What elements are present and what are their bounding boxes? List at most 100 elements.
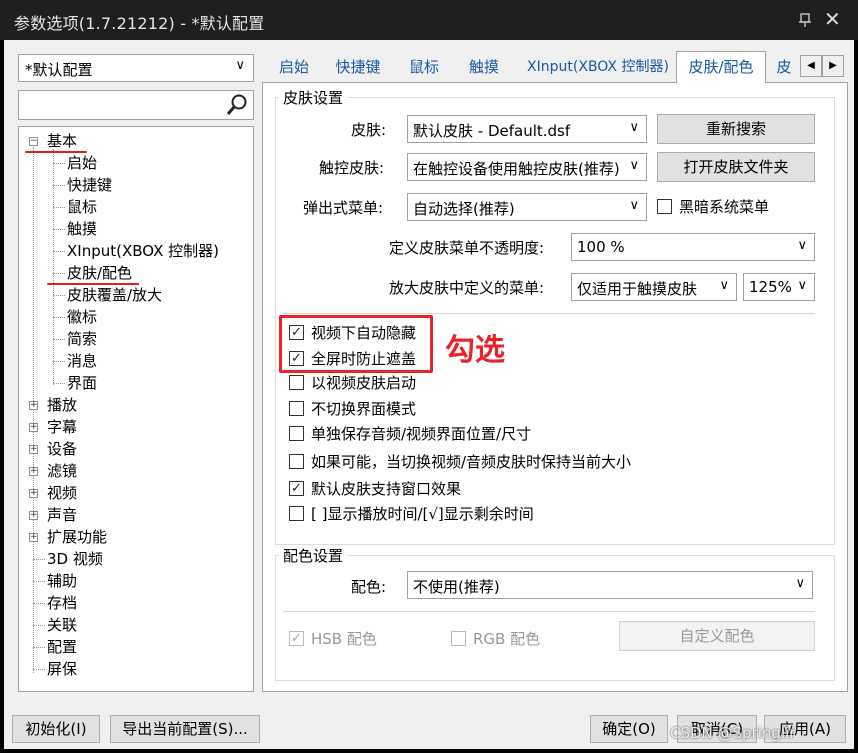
ok-button[interactable]: 确定(O) — [590, 715, 668, 743]
tree-item-archive[interactable]: 存档 — [47, 592, 77, 614]
tree-item-basic[interactable]: 基本 — [47, 130, 77, 152]
tab-hotkeys[interactable]: 快捷键 — [328, 55, 388, 81]
tree-item-audio[interactable]: 声音 — [47, 504, 77, 526]
tree-item-devices[interactable]: 设备 — [47, 438, 77, 460]
tree-item-mouse[interactable]: 鼠标 — [67, 196, 97, 218]
tree-item-messages[interactable]: 消息 — [67, 350, 97, 372]
opacity-label: 定义皮肤菜单不透明度: — [389, 239, 545, 257]
search-icon[interactable] — [225, 93, 249, 117]
tree-item-interface[interactable]: 界面 — [67, 372, 97, 394]
annotation-text: 勾选 — [445, 333, 505, 368]
no-switch-ui-mode-checkbox[interactable]: 不切换界面模式 — [289, 399, 416, 419]
open-skin-folder-button[interactable]: 打开皮肤文件夹 — [657, 152, 815, 182]
profile-dropdown[interactable]: *默认配置 ∨ — [18, 54, 254, 82]
tree-line — [33, 669, 45, 670]
tree-line — [53, 207, 65, 208]
search-input[interactable] — [23, 95, 219, 115]
chevron-down-icon: ∨ — [792, 576, 805, 591]
tree-item-association[interactable]: 关联 — [47, 614, 77, 636]
tree-item-filters[interactable]: 滤镜 — [47, 460, 77, 482]
tree-item-assist[interactable]: 辅助 — [47, 570, 77, 592]
tree-item-subtitles[interactable]: 字幕 — [47, 416, 77, 438]
tree-item-start[interactable]: 启始 — [67, 152, 97, 174]
checkbox-box — [289, 401, 304, 416]
custom-color-button[interactable]: 自定义配色 — [619, 621, 815, 651]
tree-line — [53, 229, 65, 230]
tab-skin-color[interactable]: 皮肤/配色 — [676, 51, 766, 83]
tree-item-touch[interactable]: 触摸 — [67, 218, 97, 240]
hsb-color-checkbox[interactable]: HSB 配色 — [289, 629, 377, 649]
skin-label: 皮肤: — [351, 121, 387, 139]
skin-color-page: 皮肤设置 皮肤: 默认皮肤 - Default.dsf ∨ 重新搜索 触控皮肤:… — [262, 82, 848, 692]
checkbox-box — [289, 506, 304, 521]
tree-item-config[interactable]: 配置 — [47, 636, 77, 658]
tree-item-logo[interactable]: 徽标 — [67, 306, 97, 328]
export-config-button[interactable]: 导出当前配置(S)... — [110, 715, 260, 743]
tree-item-playback[interactable]: 播放 — [47, 394, 77, 416]
rgb-color-checkbox[interactable]: RGB 配色 — [451, 629, 540, 649]
popup-menu-dropdown[interactable]: 自动选择(推荐) ∨ — [407, 193, 647, 221]
dark-system-menu-checkbox[interactable]: 黑暗系统菜单 — [657, 197, 769, 217]
expand-icon[interactable]: + — [29, 533, 38, 542]
tab-touch[interactable]: 触摸 — [454, 55, 514, 81]
touch-skin-value: 在触控设备使用触控皮肤(推荐) — [413, 160, 620, 178]
expand-icon[interactable]: + — [29, 445, 38, 454]
tab-start[interactable]: 启始 — [266, 55, 322, 81]
checkbox-box — [451, 631, 466, 646]
tree-item-skin-color[interactable]: 皮肤/配色 — [67, 262, 132, 284]
checkbox-box — [657, 199, 672, 214]
tree-item-extensions[interactable]: 扩展功能 — [47, 526, 107, 548]
tree-item-hotkeys[interactable]: 快捷键 — [67, 174, 112, 196]
keep-size-on-switch-checkbox[interactable]: 如果可能，当切换视频/音频皮肤时保持当前大小 — [289, 452, 631, 472]
popup-menu-label: 弹出式菜单: — [303, 199, 384, 217]
expand-icon[interactable]: + — [29, 511, 38, 520]
tree-item-3d-video[interactable]: 3D 视频 — [47, 548, 103, 570]
separate-save-position-checkbox[interactable]: 单独保存音频/视频界面位置/尺寸 — [289, 424, 531, 444]
zoom-menu-dropdown[interactable]: 仅适用于触摸皮肤 ∨ — [571, 273, 737, 301]
tree-item-screensaver[interactable]: 屏保 — [47, 658, 77, 680]
pin-icon[interactable] — [796, 11, 814, 29]
zoom-percent-dropdown[interactable]: 125% ∨ — [743, 273, 815, 301]
rescan-button[interactable]: 重新搜索 — [657, 114, 815, 144]
tree-item-index[interactable]: 简索 — [67, 328, 97, 350]
rgb-label: RGB 配色 — [473, 630, 541, 648]
chevron-down-icon: ∨ — [626, 158, 639, 173]
checkbox-box — [289, 426, 304, 441]
expand-icon[interactable]: + — [29, 401, 38, 410]
tab-mouse[interactable]: 鼠标 — [394, 55, 454, 81]
default-skin-window-effect-checkbox[interactable]: 默认皮肤支持窗口效果 — [289, 479, 461, 499]
settings-tree[interactable]: − 基本 启始 快捷键 鼠标 触摸 XInput(XBOX 控制器) 皮肤/配色… — [18, 126, 254, 692]
color-dropdown[interactable]: 不使用(推荐) ∨ — [407, 571, 813, 599]
tree-line — [53, 185, 65, 186]
chevron-down-icon: ∨ — [794, 238, 807, 253]
expand-icon[interactable]: + — [29, 467, 38, 476]
tree-line — [33, 603, 45, 604]
expand-icon[interactable]: + — [29, 489, 38, 498]
skin-settings-title: 皮肤设置 — [279, 87, 348, 108]
tab-strip: 启始 快捷键 鼠标 触摸 XInput(XBOX 控制器) 皮肤/配色 皮 ◀ … — [262, 51, 848, 83]
chevron-down-icon: ∨ — [794, 278, 807, 293]
close-icon[interactable]: ✕ — [824, 9, 841, 29]
tab-scroll-left-icon[interactable]: ◀ — [800, 55, 822, 77]
show-remaining-time-checkbox[interactable]: [ ]显示播放时间/[√]显示剩余时间 — [289, 504, 534, 524]
expand-icon[interactable]: + — [29, 423, 38, 432]
skin-dropdown[interactable]: 默认皮肤 - Default.dsf ∨ — [407, 115, 647, 143]
tab-scroll-right-icon[interactable]: ▶ — [822, 55, 844, 77]
chevron-down-icon: ∨ — [235, 58, 245, 73]
collapse-icon[interactable]: − — [29, 137, 38, 146]
tab-skin-overlay[interactable]: 皮 — [768, 55, 800, 81]
tree-item-skin-overlay[interactable]: 皮肤覆盖/放大 — [67, 284, 162, 306]
tree-item-xinput[interactable]: XInput(XBOX 控制器) — [67, 240, 219, 262]
divider — [283, 313, 815, 314]
touch-skin-dropdown[interactable]: 在触控设备使用触控皮肤(推荐) ∨ — [407, 153, 647, 181]
tree-line — [33, 581, 45, 582]
opacity-dropdown[interactable]: 100 % ∨ — [571, 233, 815, 261]
tree-line — [53, 339, 65, 340]
init-button[interactable]: 初始化(I) — [12, 715, 100, 743]
tree-line — [53, 163, 65, 164]
start-with-video-skin-checkbox[interactable]: 以视频皮肤启动 — [289, 373, 416, 393]
touch-skin-label: 触控皮肤: — [319, 159, 385, 177]
tree-item-video[interactable]: 视频 — [47, 482, 77, 504]
tab-xinput[interactable]: XInput(XBOX 控制器) — [518, 55, 678, 81]
color-value: 不使用(推荐) — [413, 578, 500, 596]
